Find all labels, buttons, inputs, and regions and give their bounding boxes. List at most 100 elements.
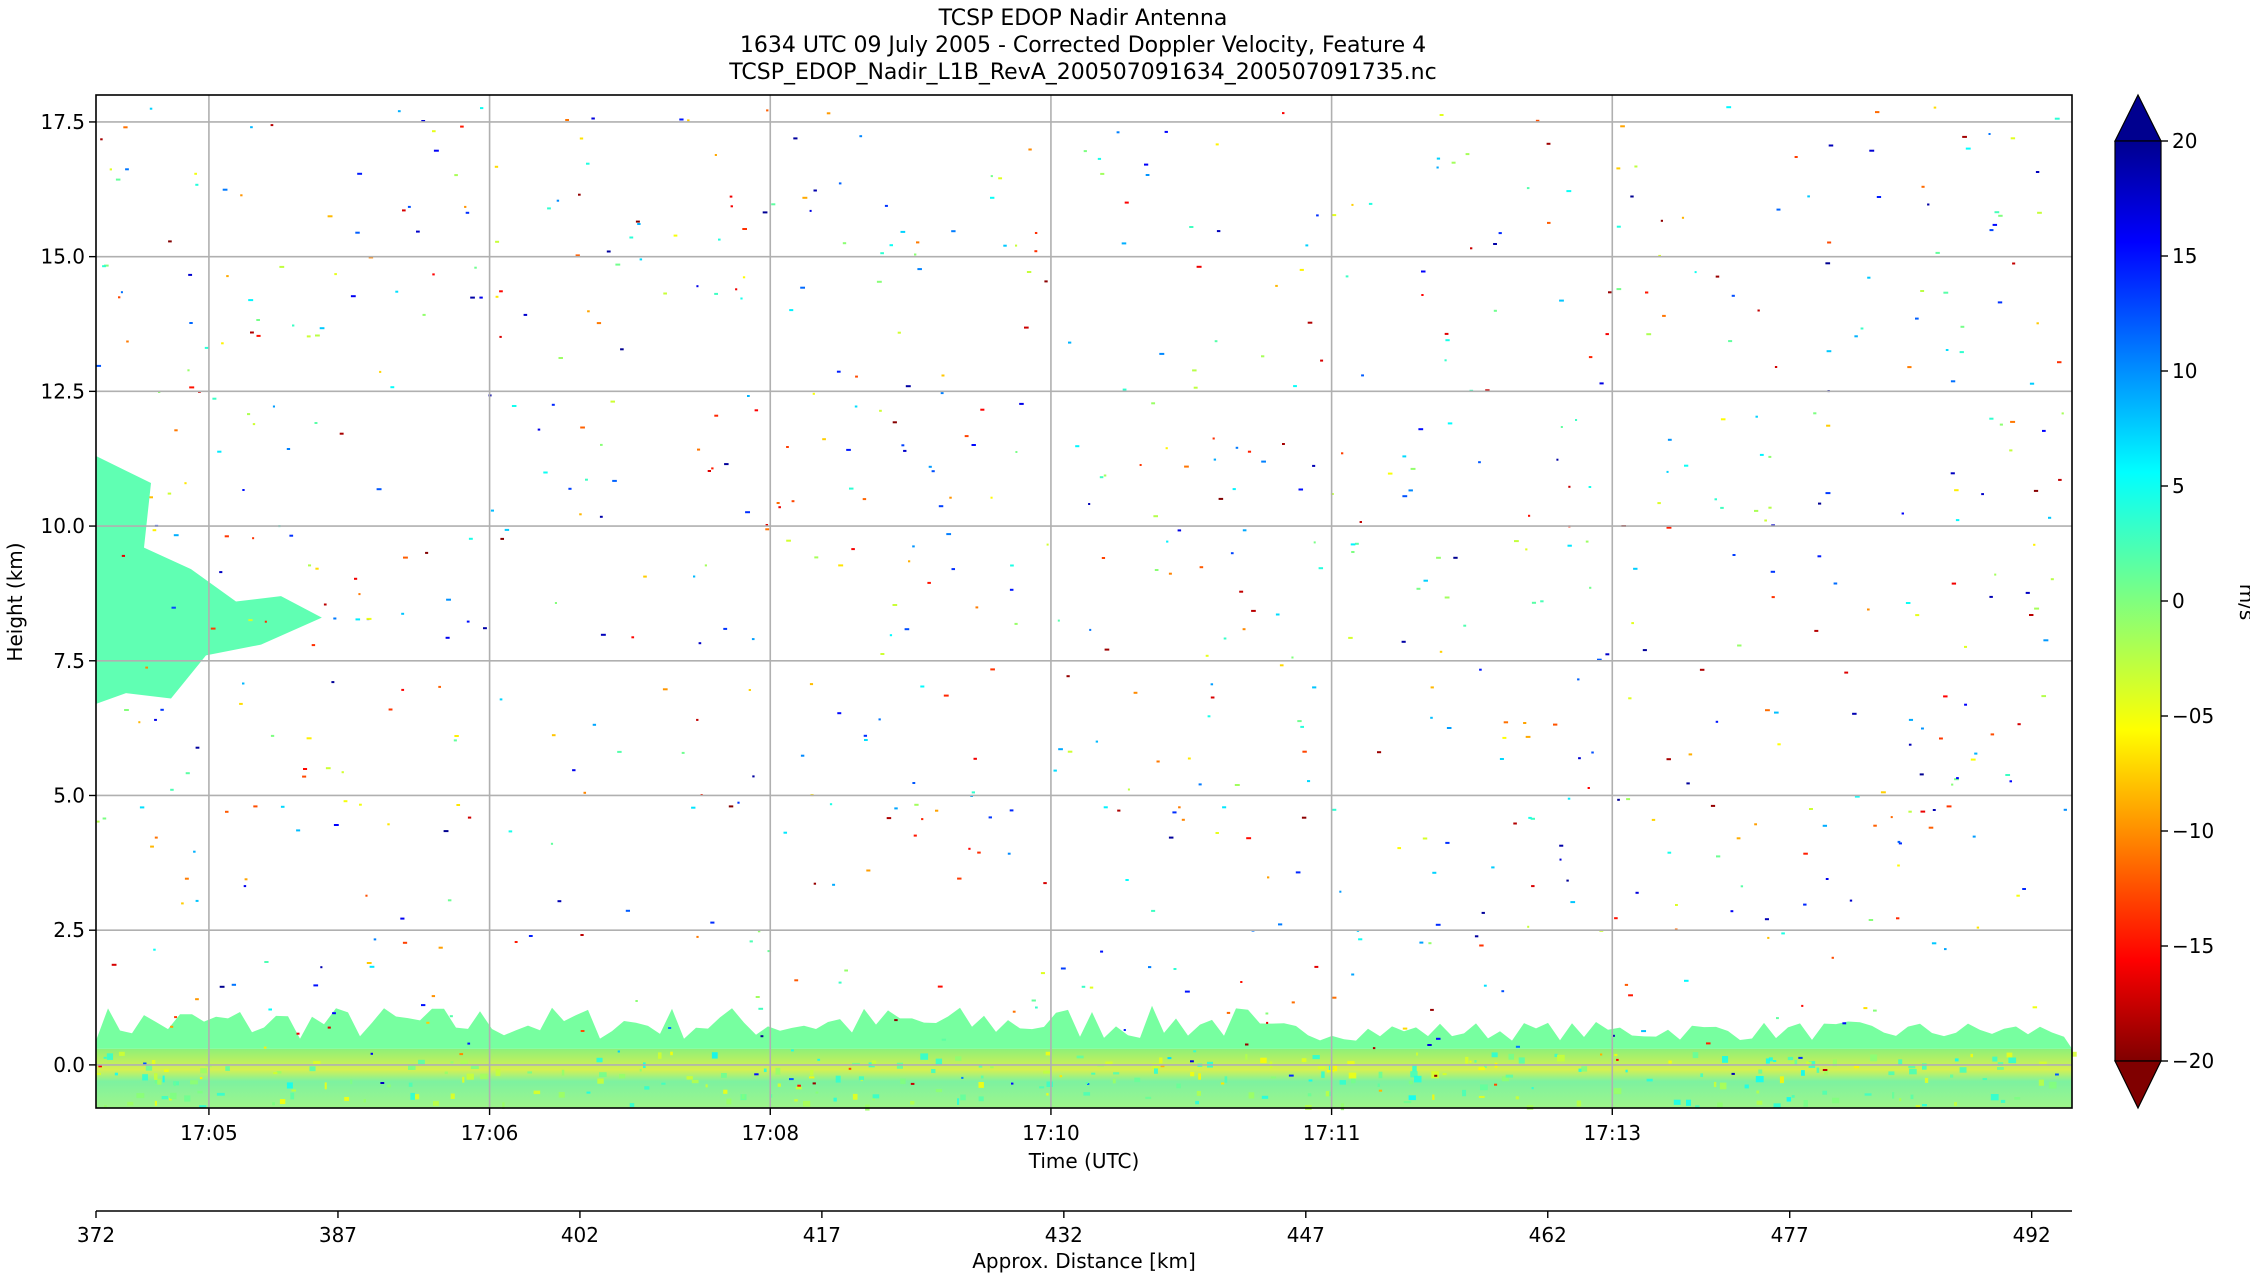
noise-pixel xyxy=(1921,185,1925,188)
noise-pixel xyxy=(990,196,995,199)
noise-pixel xyxy=(791,1049,794,1052)
surface-texture-cell xyxy=(216,1092,225,1096)
noise-pixel xyxy=(1350,543,1356,546)
noise-pixel xyxy=(332,1012,336,1015)
noise-pixel xyxy=(1088,503,1091,505)
surface-texture-cell xyxy=(1403,1101,1412,1104)
noise-pixel xyxy=(1498,232,1502,235)
surface-texture-cell xyxy=(118,1051,125,1056)
noise-pixel xyxy=(938,505,944,508)
noise-pixel xyxy=(696,718,699,721)
noise-pixel xyxy=(635,1000,638,1002)
surface-texture-cell xyxy=(597,1078,604,1084)
noise-pixel xyxy=(1193,386,1198,389)
noise-pixel xyxy=(971,444,976,446)
noise-pixel xyxy=(315,567,319,570)
noise-pixel xyxy=(334,273,337,276)
noise-pixel xyxy=(1009,809,1014,812)
surface-texture-cell xyxy=(619,1073,626,1079)
noise-pixel xyxy=(778,506,781,509)
noise-pixel xyxy=(188,273,193,276)
noise-pixel xyxy=(193,850,196,853)
noise-pixel xyxy=(980,408,985,411)
noise-pixel xyxy=(291,1089,297,1092)
noise-pixel xyxy=(786,539,791,542)
surface-texture-cell xyxy=(1465,1056,1469,1064)
noise-pixel xyxy=(168,240,172,243)
noise-pixel xyxy=(1014,622,1018,625)
noise-pixel xyxy=(1764,519,1767,522)
noise-pixel xyxy=(1897,840,1901,843)
noise-pixel xyxy=(813,189,817,192)
colorbar-tick-label: 15 xyxy=(2172,244,2197,268)
noise-pixel xyxy=(1436,157,1441,160)
y-tick-label: 12.5 xyxy=(40,379,85,403)
noise-pixel xyxy=(1339,890,1342,893)
noise-pixel xyxy=(1301,816,1307,819)
noise-pixel xyxy=(2033,543,2036,546)
noise-pixel xyxy=(968,847,971,850)
noise-pixel xyxy=(612,479,617,482)
noise-pixel xyxy=(244,878,248,881)
distance-axis: 372 387 402 417 432 447 462 477 492 Approx. Dist… xyxy=(77,1210,2072,1273)
noise-pixel xyxy=(776,502,780,504)
surface-texture-cell xyxy=(740,1094,747,1101)
chart-title-line-2: 1634 UTC 09 July 2005 - Corrected Dopple… xyxy=(740,33,1426,58)
noise-pixel xyxy=(313,984,319,987)
noise-pixel xyxy=(1777,743,1781,746)
surface-texture-cell xyxy=(1083,1092,1091,1096)
surface-texture-cell xyxy=(1990,1094,1999,1101)
noise-pixel xyxy=(1754,823,1758,826)
noise-pixel xyxy=(631,636,635,639)
noise-pixel xyxy=(2041,695,2047,698)
noise-pixel xyxy=(2034,607,2040,610)
noise-pixel xyxy=(449,1015,453,1018)
noise-pixel xyxy=(1181,818,1185,821)
noise-pixel xyxy=(714,414,719,417)
surface-texture-cell xyxy=(794,1099,798,1102)
distance-tick-label: 372 xyxy=(77,1223,115,1247)
noise-pixel xyxy=(1525,735,1531,738)
noise-pixel xyxy=(1559,844,1564,847)
noise-pixel xyxy=(1187,757,1191,760)
surface-texture-cell xyxy=(1416,1052,1419,1056)
colorbar-extend-low xyxy=(2114,1060,2162,1110)
noise-pixel xyxy=(1043,882,1047,885)
noise-pixel xyxy=(1528,816,1532,819)
noise-pixel xyxy=(1939,737,1943,740)
surface-texture-cell xyxy=(164,1069,169,1073)
surface-texture-cell xyxy=(161,1096,169,1100)
noise-pixel xyxy=(1921,727,1924,730)
surface-texture-cell xyxy=(1673,1099,1681,1105)
noise-pixel xyxy=(390,386,395,389)
noise-pixel xyxy=(617,1050,620,1053)
noise-pixel xyxy=(973,757,977,760)
noise-pixel xyxy=(2036,322,2039,325)
surface-texture-cell xyxy=(170,1092,177,1100)
surface-texture-cell xyxy=(1744,1084,1749,1089)
noise-pixel xyxy=(1513,822,1517,825)
noise-pixel xyxy=(499,698,503,701)
noise-pixel xyxy=(170,1025,174,1028)
noise-pixel xyxy=(1932,809,1936,811)
noise-pixel xyxy=(735,288,738,291)
noise-pixel xyxy=(454,735,459,737)
noise-pixel xyxy=(1046,543,1049,546)
noise-pixel xyxy=(687,119,690,122)
noise-pixel xyxy=(558,357,563,359)
x-tick-label: 17:11 xyxy=(1303,1121,1361,1145)
noise-pixel xyxy=(306,737,312,740)
noise-pixel xyxy=(357,172,363,175)
noise-pixel xyxy=(1351,973,1355,976)
noise-pixel xyxy=(1479,944,1484,947)
surface-texture-cell xyxy=(1301,1058,1307,1063)
surface-texture-cell xyxy=(978,1082,984,1088)
noise-pixel xyxy=(1547,221,1551,224)
noise-pixel xyxy=(1478,461,1481,464)
noise-pixel xyxy=(1915,317,1919,320)
surface-texture-cell xyxy=(1888,1071,1895,1076)
noise-pixel xyxy=(1028,148,1032,151)
surface-texture-cell xyxy=(1378,1071,1383,1079)
distance-tick-label: 432 xyxy=(1045,1223,1083,1247)
surface-texture-cell xyxy=(1340,1103,1345,1111)
